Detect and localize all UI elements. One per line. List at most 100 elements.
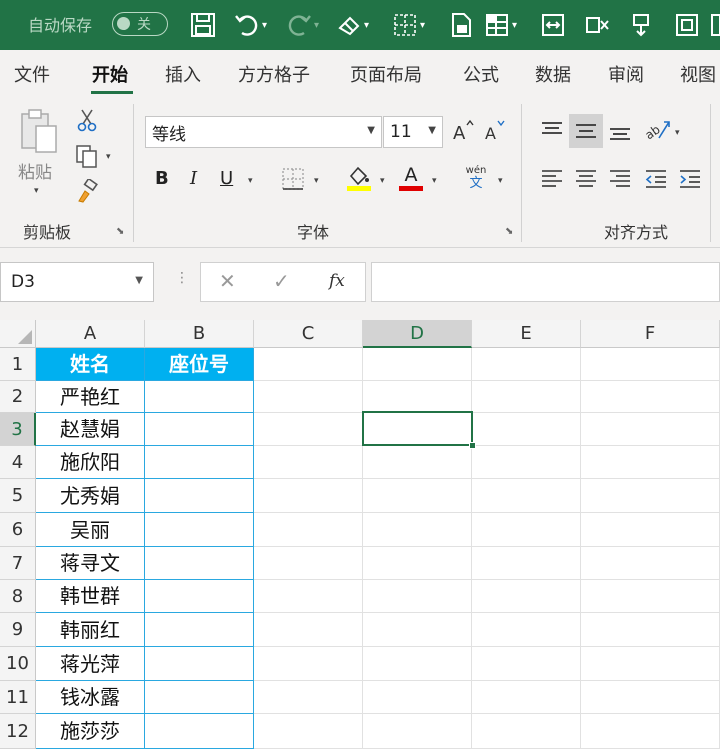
fill-color-button[interactable] [345, 164, 373, 192]
border-dropdown[interactable]: ▾ [314, 176, 319, 186]
spreadsheet-grid[interactable]: A B C D E F 1 姓名 座位号 2 严艳红 3 赵慧娟 4 施欣阳 5 尤秀娟 6 吴丽 7 蒋寻… [0, 320, 720, 749]
italic-button[interactable]: I [190, 168, 197, 189]
cell-b8[interactable] [145, 580, 254, 613]
cell-e4[interactable] [472, 446, 581, 479]
cell-d12[interactable] [363, 714, 472, 749]
enter-icon[interactable]: ✓ [273, 269, 290, 293]
cell-a9[interactable]: 韩丽红 [36, 613, 145, 647]
cell-f1[interactable] [581, 348, 720, 381]
underline-button[interactable]: U [220, 168, 233, 189]
cell-b3[interactable] [145, 413, 254, 446]
cell-f7[interactable] [581, 547, 720, 580]
cell-a8[interactable]: 韩世群 [36, 580, 145, 613]
font-size-combo[interactable]: 11 ▼ [383, 116, 443, 148]
row-header[interactable]: 2 [0, 381, 36, 413]
column-header-f[interactable]: F [581, 320, 720, 348]
row-header[interactable]: 3 [0, 413, 36, 446]
paste-button[interactable] [18, 106, 58, 156]
align-left-button[interactable] [538, 166, 566, 192]
cell-c7[interactable] [254, 547, 363, 580]
tab-formulas[interactable]: 公式 [463, 61, 499, 87]
cell-c1[interactable] [254, 348, 363, 381]
cell-d7[interactable] [363, 547, 472, 580]
cell-c2[interactable] [254, 381, 363, 413]
cell-a2[interactable]: 严艳红 [36, 381, 145, 413]
cell-a5[interactable]: 尤秀娟 [36, 479, 145, 513]
cell-a7[interactable]: 蒋寻文 [36, 547, 145, 580]
decrease-indent-button[interactable] [642, 166, 670, 192]
cell-a10[interactable]: 蒋光萍 [36, 647, 145, 681]
paste-label[interactable]: 粘贴 [18, 158, 52, 183]
borders-button[interactable]: ▾ [392, 11, 425, 39]
cell-b9[interactable] [145, 613, 254, 647]
fill-color-dropdown[interactable]: ▾ [380, 176, 385, 186]
row-header[interactable]: 8 [0, 580, 36, 613]
cell-f11[interactable] [581, 681, 720, 714]
font-name-combo[interactable]: 等线 ▼ [145, 116, 382, 148]
cell-a3[interactable]: 赵慧娟 [36, 413, 145, 446]
copy-dropdown[interactable]: ▾ [106, 152, 111, 162]
paste-dropdown[interactable]: ▾ [34, 186, 39, 196]
tab-data[interactable]: 数据 [535, 61, 571, 87]
name-box[interactable]: D3 ▼ [0, 262, 154, 302]
tab-review[interactable]: 审阅 [608, 61, 644, 87]
cancel-icon[interactable]: ✕ [219, 269, 236, 293]
orientation-button[interactable]: ab [642, 116, 672, 144]
active-cell-d3[interactable] [362, 411, 476, 449]
cell-e6[interactable] [472, 513, 581, 547]
increase-font-button[interactable]: A [452, 118, 476, 144]
cell-a4[interactable]: 施欣阳 [36, 446, 145, 479]
cell-a11[interactable]: 钱冰露 [36, 681, 145, 714]
formula-input[interactable] [371, 262, 720, 302]
cell-f9[interactable] [581, 613, 720, 647]
cell-b2[interactable] [145, 381, 254, 413]
cell-e7[interactable] [472, 547, 581, 580]
cell-c6[interactable] [254, 513, 363, 547]
column-header-d[interactable]: D [363, 320, 472, 348]
cell-f2[interactable] [581, 381, 720, 413]
align-center-button[interactable] [572, 166, 600, 192]
cell-c9[interactable] [254, 613, 363, 647]
tab-home[interactable]: 开始 [92, 61, 128, 87]
increase-indent-button[interactable] [676, 166, 704, 192]
cell-e12[interactable] [472, 714, 581, 749]
cell-c4[interactable] [254, 446, 363, 479]
insert-button[interactable] [628, 11, 654, 39]
cell-f5[interactable] [581, 479, 720, 513]
tab-view[interactable]: 视图 [680, 61, 716, 87]
cell-b4[interactable] [145, 446, 254, 479]
cell-e1[interactable] [472, 348, 581, 381]
cell-d10[interactable] [363, 647, 472, 681]
underline-dropdown[interactable]: ▾ [248, 176, 253, 186]
cell-b7[interactable] [145, 547, 254, 580]
column-header-a[interactable]: A [36, 320, 145, 348]
row-header[interactable]: 5 [0, 479, 36, 513]
phonetic-dropdown[interactable]: ▾ [498, 176, 503, 186]
export-pdf-button[interactable] [448, 11, 474, 39]
cell-d11[interactable] [363, 681, 472, 714]
insert-function-icon[interactable]: fx [329, 271, 345, 291]
row-header[interactable]: 10 [0, 647, 36, 681]
align-middle-button[interactable] [569, 114, 603, 148]
cell-d1[interactable] [363, 348, 472, 381]
drag-handle-icon[interactable]: ⋮ [175, 270, 189, 286]
cell-e10[interactable] [472, 647, 581, 681]
cell-d4[interactable] [363, 446, 472, 479]
bold-button[interactable]: B [155, 168, 169, 189]
cell-f6[interactable] [581, 513, 720, 547]
copy-button[interactable] [72, 144, 102, 168]
cell-d8[interactable] [363, 580, 472, 613]
column-header-b[interactable]: B [145, 320, 254, 348]
cell-b5[interactable] [145, 479, 254, 513]
table-button[interactable]: ▾ [484, 11, 517, 39]
fill-handle[interactable] [469, 442, 476, 449]
cell-d2[interactable] [363, 381, 472, 413]
cell-b1[interactable]: 座位号 [145, 348, 254, 381]
cell-e9[interactable] [472, 613, 581, 647]
row-header[interactable]: 7 [0, 547, 36, 580]
cell-a12[interactable]: 施莎莎 [36, 714, 145, 749]
cell-e3[interactable] [472, 413, 581, 446]
orientation-dropdown[interactable]: ▾ [675, 128, 680, 138]
cell-e8[interactable] [472, 580, 581, 613]
cell-f12[interactable] [581, 714, 720, 749]
